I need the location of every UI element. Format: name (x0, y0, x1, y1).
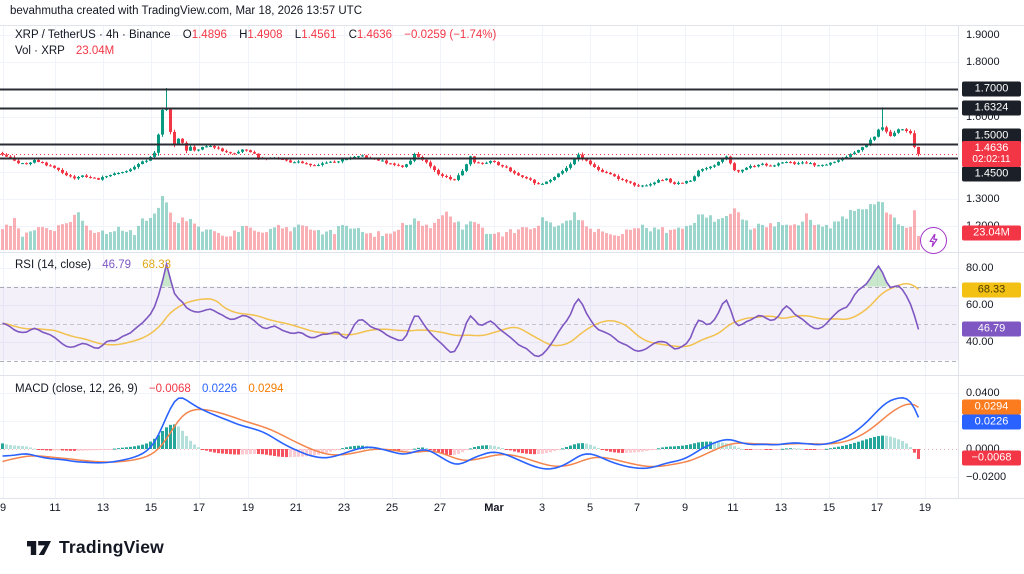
volume-legend[interactable]: Vol · XRP 23.04M (15, 45, 114, 57)
last-price-badge: 1.4636 02:02:11 (962, 141, 1021, 167)
chart-top-border (0, 25, 1024, 26)
volume-value: 23.04M (76, 45, 114, 57)
time-axis-label: 23 (338, 502, 350, 514)
time-axis-label: 3 (539, 502, 545, 514)
macd-tick: 0.0400 (966, 387, 1000, 399)
macd-line-value: 0.0226 (202, 383, 237, 395)
time-axis-label: Mar (484, 502, 504, 514)
price-tick: 1.3000 (966, 193, 1000, 205)
attribution-text: bevahmutha created with TradingView.com,… (10, 5, 362, 17)
level-badge-1-7000: 1.7000 (962, 82, 1021, 97)
time-axis-label: 9 (0, 502, 6, 514)
macd-hist-value: −0.0068 (149, 383, 191, 395)
rsi-label: RSI (14, close) (15, 259, 91, 271)
rsi-tick: 40.00 (966, 336, 994, 348)
macd-hist-badge: −0.0068 (962, 451, 1021, 466)
ohlc-high: H1.4908 (239, 29, 283, 41)
rsi-tick: 80.00 (966, 262, 994, 274)
rsi-value: 46.79 (102, 259, 131, 271)
tradingview-logo-icon (26, 538, 52, 558)
price-axis[interactable]: 1.9000 1.8000 1.6000 1.3000 1.2000 1.700… (958, 25, 1024, 498)
time-axis-label: 13 (775, 502, 787, 514)
time-axis-label: 11 (49, 502, 60, 514)
macd-signal-badge: 0.0294 (962, 400, 1021, 415)
time-axis-label: 11 (727, 502, 738, 514)
rsi-tick: 60.00 (966, 299, 994, 311)
level-badge-1-6324: 1.6324 (962, 101, 1021, 116)
time-axis-label: 17 (193, 502, 205, 514)
ohlc-open: O1.4896 (183, 29, 227, 41)
macd-label: MACD (close, 12, 26, 9) (15, 383, 138, 395)
time-axis-label: 15 (823, 502, 835, 514)
time-axis-label: 13 (97, 502, 109, 514)
last-price-value: 1.4636 (962, 143, 1021, 154)
time-axis-label: 25 (386, 502, 398, 514)
macd-line-badge: 0.0226 (962, 415, 1021, 430)
time-axis-label: 15 (145, 502, 157, 514)
level-badge-1-4500: 1.4500 (962, 167, 1021, 182)
time-axis-label: 19 (919, 502, 931, 514)
pane-separator-rsi[interactable] (0, 252, 1024, 253)
bar-countdown: 02:02:11 (962, 154, 1021, 165)
rsi-legend[interactable]: RSI (14, close) 46.79 68.33 (15, 259, 171, 271)
ohlc-close: C1.4636 (349, 29, 393, 41)
pane-separator-macd[interactable] (0, 375, 1024, 376)
tradingview-logo[interactable]: TradingView (26, 537, 164, 558)
macd-legend[interactable]: MACD (close, 12, 26, 9) −0.0068 0.0226 0… (15, 383, 284, 395)
symbol-title: XRP / TetherUS · 4h · Binance (15, 29, 171, 41)
time-axis-label: 19 (242, 502, 254, 514)
macd-signal-value: 0.0294 (248, 383, 283, 395)
volume-badge: 23.04M (962, 226, 1021, 241)
time-axis-label: 7 (634, 502, 640, 514)
boost-button[interactable] (920, 227, 947, 254)
time-axis-label: 5 (587, 502, 593, 514)
time-axis[interactable]: 9 11 13 15 17 19 21 23 25 27 Mar 3 5 7 9 11 13 15 17 19 (0, 498, 1024, 521)
time-axis-label: 17 (871, 502, 883, 514)
time-axis-label: 27 (434, 502, 446, 514)
time-axis-label: 9 (682, 502, 688, 514)
volume-label: Vol · XRP (15, 45, 65, 57)
time-axis-label: 21 (290, 502, 302, 514)
rsi-value-badge: 46.79 (962, 322, 1021, 337)
macd-tick: −0.0200 (966, 471, 1006, 483)
rsi-ma-value: 68.33 (142, 259, 171, 271)
price-tick: 1.8000 (966, 56, 1000, 68)
symbol-legend[interactable]: XRP / TetherUS · 4h · Binance O1.4896 H1… (15, 29, 496, 41)
lightning-bolt-icon (926, 233, 941, 248)
tradingview-logo-text: TradingView (59, 537, 164, 558)
price-tick: 1.9000 (966, 29, 1000, 41)
change-value: −0.0259 (−1.74%) (404, 29, 496, 41)
rsi-ma-badge: 68.33 (962, 283, 1021, 298)
ohlc-low: L1.4561 (295, 29, 337, 41)
